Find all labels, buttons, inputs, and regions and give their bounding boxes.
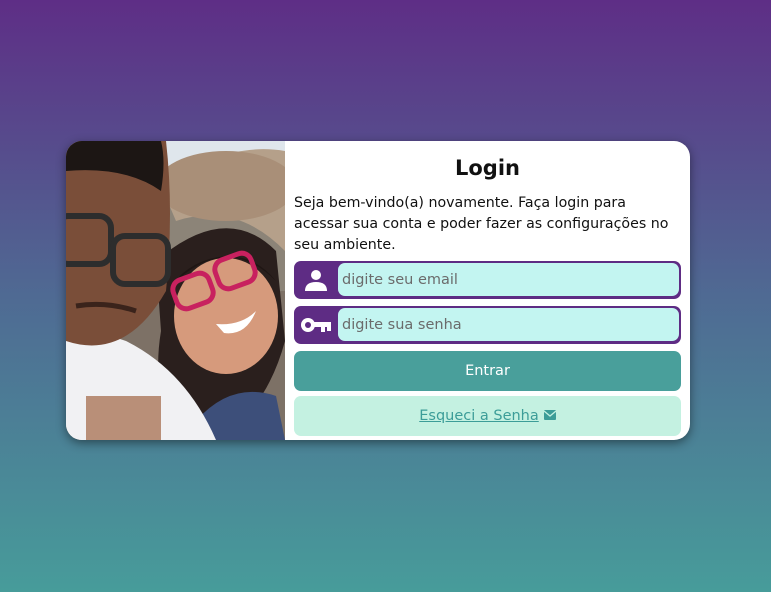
forgot-password-box: Esqueci a Senha xyxy=(294,396,681,436)
page-title: Login xyxy=(455,156,520,180)
forgot-password-label: Esqueci a Senha xyxy=(419,408,539,424)
key-icon xyxy=(294,306,338,344)
email-field-group xyxy=(294,261,681,299)
photo-illustration xyxy=(66,141,285,440)
profile-photo xyxy=(66,141,285,440)
submit-button[interactable]: Entrar xyxy=(294,351,681,391)
forgot-password-link[interactable]: Esqueci a Senha xyxy=(419,408,557,424)
mail-icon xyxy=(543,408,557,424)
password-field-group xyxy=(294,306,681,344)
password-input[interactable] xyxy=(338,308,679,341)
user-icon xyxy=(294,261,338,299)
login-card: Login Seja bem-vindo(a) novamente. Faça … xyxy=(66,141,690,440)
welcome-text: Seja bem-vindo(a) novamente. Faça login … xyxy=(294,195,669,253)
email-input[interactable] xyxy=(338,263,679,296)
login-form: Login Seja bem-vindo(a) novamente. Faça … xyxy=(285,141,690,440)
